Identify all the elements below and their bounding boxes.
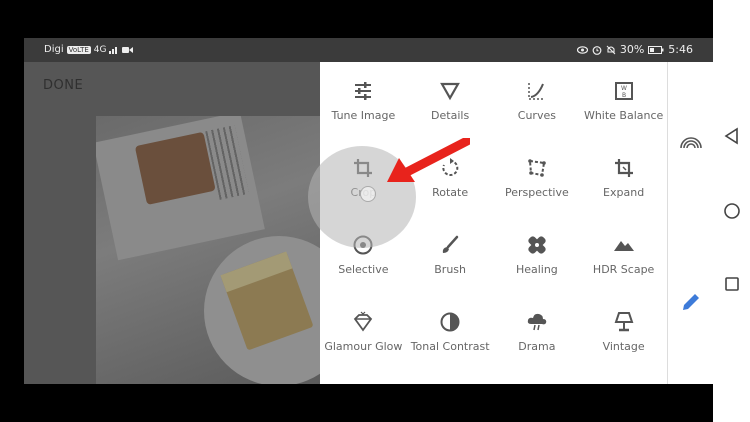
- tool-label: Vintage: [602, 340, 645, 353]
- tool-perspective[interactable]: Perspective: [494, 147, 581, 224]
- tool-label: Healing: [515, 263, 558, 276]
- tool-label: Curves: [517, 109, 556, 122]
- battery-icon: [648, 45, 664, 54]
- tool-glamour-glow[interactable]: Glamour Glow: [320, 301, 407, 378]
- selective-icon: [353, 235, 373, 255]
- touch-cursor: [360, 186, 376, 202]
- tool-tonal-contrast[interactable]: Tonal Contrast: [407, 301, 494, 378]
- perspective-icon: [528, 159, 546, 177]
- volte-badge: VoLTE: [66, 45, 91, 54]
- red-arrow-annotation: [387, 138, 470, 182]
- curves-icon: [528, 83, 545, 100]
- details-triangle-icon: [440, 82, 461, 101]
- status-right: 30% 5:46: [576, 43, 693, 56]
- tool-expand[interactable]: Expand: [580, 147, 667, 224]
- done-button[interactable]: DONE: [43, 78, 83, 93]
- carrier-label: Digi: [44, 44, 64, 55]
- phone-screen: Digi VoLTE 4G 30% 5:46 DONE Tune Image D…: [24, 38, 713, 384]
- photo-magazine: [96, 116, 265, 261]
- tool-label: HDR Scape: [592, 263, 655, 276]
- tonal-contrast-icon: [440, 312, 460, 332]
- android-nav-bar: [713, 0, 750, 422]
- tool-label: Glamour Glow: [324, 340, 403, 353]
- network-type: 4G: [93, 44, 107, 55]
- tool-label: Rotate: [432, 186, 469, 199]
- tool-hdr-scape[interactable]: HDR Scape: [580, 224, 667, 301]
- editor-area: DONE: [24, 62, 320, 384]
- hdr-mountain-icon: [613, 241, 634, 251]
- tool-details[interactable]: Details: [407, 70, 494, 147]
- home-circle-icon[interactable]: [722, 201, 742, 221]
- status-bar: Digi VoLTE 4G 30% 5:46: [24, 38, 713, 62]
- tool-label: White Balance: [583, 109, 664, 122]
- tool-label: Drama: [518, 340, 556, 353]
- tool-tune-image[interactable]: Tune Image: [320, 70, 407, 147]
- mute-icon: [606, 45, 616, 54]
- eye-icon: [576, 45, 588, 54]
- tool-label: Expand: [603, 186, 645, 199]
- drama-cloud-icon: [527, 313, 547, 331]
- tool-label: Details: [431, 109, 470, 122]
- tool-healing[interactable]: Healing: [494, 224, 581, 301]
- video-icon: [122, 46, 134, 53]
- alarm-icon: [592, 45, 602, 55]
- recents-square-icon[interactable]: [722, 274, 742, 294]
- tool-brush[interactable]: Brush: [407, 224, 494, 301]
- tool-label: Perspective: [505, 186, 569, 199]
- glamour-diamond-icon: [354, 311, 373, 332]
- tool-vintage[interactable]: Vintage: [580, 301, 667, 378]
- tune-icon: [355, 82, 372, 100]
- signal-icon: [109, 47, 118, 54]
- tool-label: Tonal Contrast: [410, 340, 490, 353]
- vintage-lamp-icon: [614, 312, 634, 332]
- styles-arc-icon[interactable]: [679, 130, 703, 154]
- tool-selective[interactable]: Selective: [320, 224, 407, 301]
- white-balance-icon: W B: [614, 82, 633, 100]
- svg-text:W: W: [621, 85, 627, 92]
- clock-time: 5:46: [668, 43, 693, 56]
- tools-panel: Tune Image Details Curves W B White Bala…: [320, 62, 667, 384]
- tool-curves[interactable]: Curves: [494, 70, 581, 147]
- brush-icon: [442, 235, 459, 253]
- healing-icon: [528, 236, 546, 254]
- status-left: Digi VoLTE 4G: [44, 44, 134, 55]
- battery-percent: 30%: [619, 43, 645, 56]
- tool-drama[interactable]: Drama: [494, 301, 581, 378]
- right-sidebar: [667, 62, 713, 384]
- tool-white-balance[interactable]: W B White Balance: [580, 70, 667, 147]
- tool-label: Tune Image: [331, 109, 396, 122]
- tool-label: Selective: [338, 263, 389, 276]
- back-triangle-icon[interactable]: [722, 126, 742, 146]
- edit-pencil-icon[interactable]: [679, 290, 703, 314]
- svg-text:B: B: [622, 92, 626, 99]
- tool-label: Brush: [434, 263, 466, 276]
- expand-icon: [614, 159, 633, 177]
- photo-preview: [96, 116, 320, 384]
- crop-icon: [354, 159, 373, 177]
- tools-grid: Tune Image Details Curves W B White Bala…: [320, 62, 667, 384]
